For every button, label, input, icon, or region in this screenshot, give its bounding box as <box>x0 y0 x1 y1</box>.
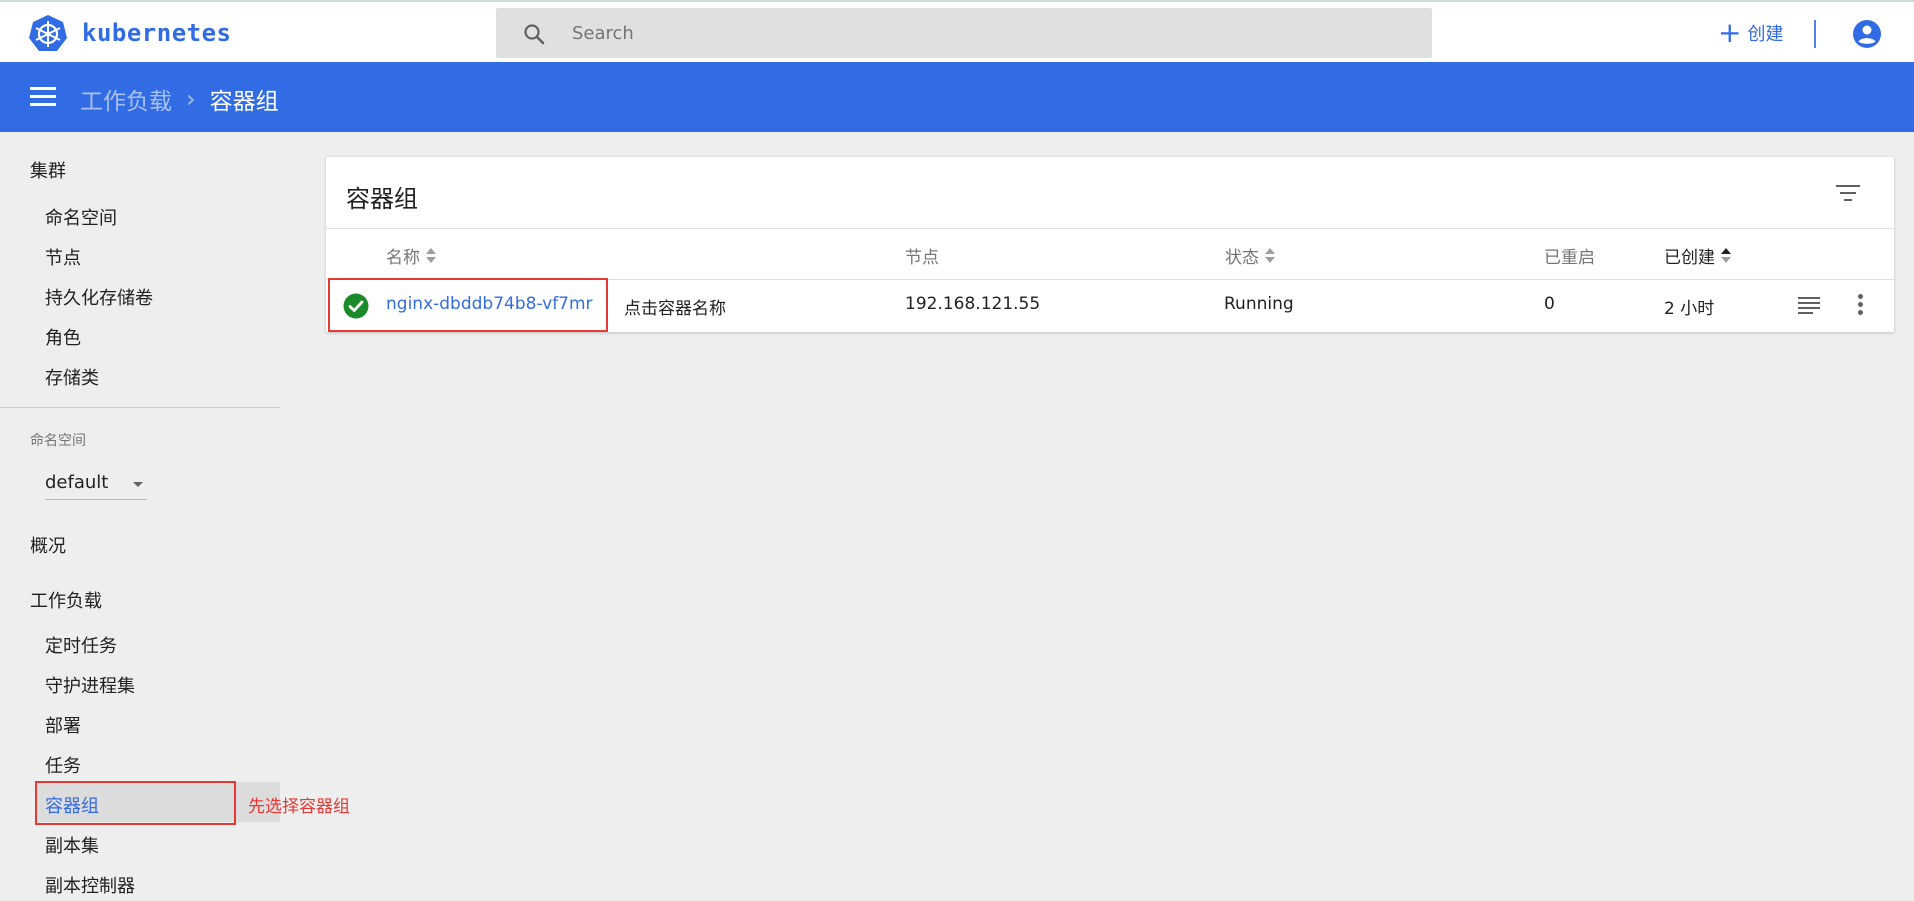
dropdown-arrow-icon <box>133 482 143 487</box>
sidebar-heading-cluster[interactable]: 集群 <box>30 157 66 183</box>
breadcrumb: 工作负载 › 容器组 <box>80 82 279 116</box>
toolbar: 工作负载 › 容器组 <box>0 62 1914 132</box>
column-header-status-label: 状态 <box>1225 248 1259 268</box>
sidebar-item-persistent-volumes[interactable]: 持久化存储卷 <box>45 284 153 310</box>
sidebar: 集群 命名空间 节点 持久化存储卷 角色 存储类 命名空间 default 概况… <box>0 132 280 901</box>
sidebar-item-daemon-sets[interactable]: 守护进程集 <box>45 672 135 698</box>
sort-icon <box>1265 247 1275 265</box>
pod-node: 192.168.121.55 <box>905 294 1041 314</box>
annotation-box-pod-name <box>328 278 608 332</box>
column-header-node-label: 节点 <box>905 248 939 268</box>
namespace-label: 命名空间 <box>30 433 86 449</box>
column-header-restarts: 已重启 <box>1544 243 1595 268</box>
pod-status: Running <box>1224 294 1294 314</box>
column-header-created-label: 已创建 <box>1664 248 1715 268</box>
breadcrumb-workloads[interactable]: 工作负载 <box>80 82 172 116</box>
search-icon <box>524 24 545 45</box>
sort-ascending-icon <box>1721 247 1731 265</box>
column-header-node: 节点 <box>905 243 939 268</box>
sidebar-item-cron-jobs[interactable]: 定时任务 <box>45 632 117 658</box>
filter-icon[interactable] <box>1836 183 1860 203</box>
card-divider <box>326 228 1894 229</box>
sidebar-divider <box>0 407 280 408</box>
breadcrumb-current: 容器组 <box>209 89 279 115</box>
create-button[interactable]: + 创建 <box>1718 16 1783 50</box>
top-bar: kubernetes + 创建 <box>0 0 1914 62</box>
kubernetes-logo-icon[interactable] <box>28 14 68 54</box>
column-header-status[interactable]: 状态 <box>1225 243 1275 268</box>
pod-created: 2 小时 <box>1664 299 1715 319</box>
column-header-restarts-label: 已重启 <box>1544 248 1595 268</box>
sidebar-item-roles[interactable]: 角色 <box>45 324 81 350</box>
sidebar-item-storage-classes[interactable]: 存储类 <box>45 364 99 390</box>
namespace-value: default <box>45 472 109 493</box>
menu-icon[interactable] <box>30 87 56 107</box>
more-vert-icon[interactable] <box>1856 294 1864 318</box>
sort-icon <box>426 247 436 265</box>
logs-icon[interactable] <box>1798 297 1820 315</box>
column-header-created[interactable]: 已创建 <box>1664 243 1731 268</box>
sidebar-item-jobs[interactable]: 任务 <box>45 752 81 778</box>
plus-icon: + <box>1718 16 1742 49</box>
pods-card: 容器组 名称 节点 状态 已重启 已创建 nginx-dbddb74b8-vf7… <box>326 157 1894 332</box>
create-label: 创建 <box>1747 24 1784 45</box>
namespace-select[interactable]: default <box>45 468 147 500</box>
pod-restarts: 0 <box>1544 294 1555 314</box>
sidebar-item-namespaces[interactable]: 命名空间 <box>45 204 117 230</box>
search-bar[interactable] <box>496 8 1432 58</box>
sidebar-item-deployments[interactable]: 部署 <box>45 712 81 738</box>
card-title: 容器组 <box>346 185 418 213</box>
column-header-name-label: 名称 <box>386 248 420 268</box>
annotation-select-pods: 先选择容器组 <box>248 797 350 817</box>
brand-name[interactable]: kubernetes <box>82 19 232 47</box>
sidebar-heading-workloads[interactable]: 工作负载 <box>30 587 102 613</box>
annotation-click-pod-name: 点击容器名称 <box>624 299 726 319</box>
annotation-box-pods <box>35 781 236 825</box>
sidebar-item-replication-controllers[interactable]: 副本控制器 <box>45 872 135 898</box>
search-input[interactable] <box>572 8 1412 58</box>
breadcrumb-separator-icon: › <box>186 85 196 113</box>
sidebar-item-nodes[interactable]: 节点 <box>45 244 81 270</box>
sidebar-item-replica-sets[interactable]: 副本集 <box>45 832 99 858</box>
header-divider <box>1814 20 1816 48</box>
column-header-name[interactable]: 名称 <box>386 243 436 268</box>
sidebar-item-overview[interactable]: 概况 <box>30 532 66 558</box>
account-circle-icon[interactable] <box>1852 19 1882 49</box>
